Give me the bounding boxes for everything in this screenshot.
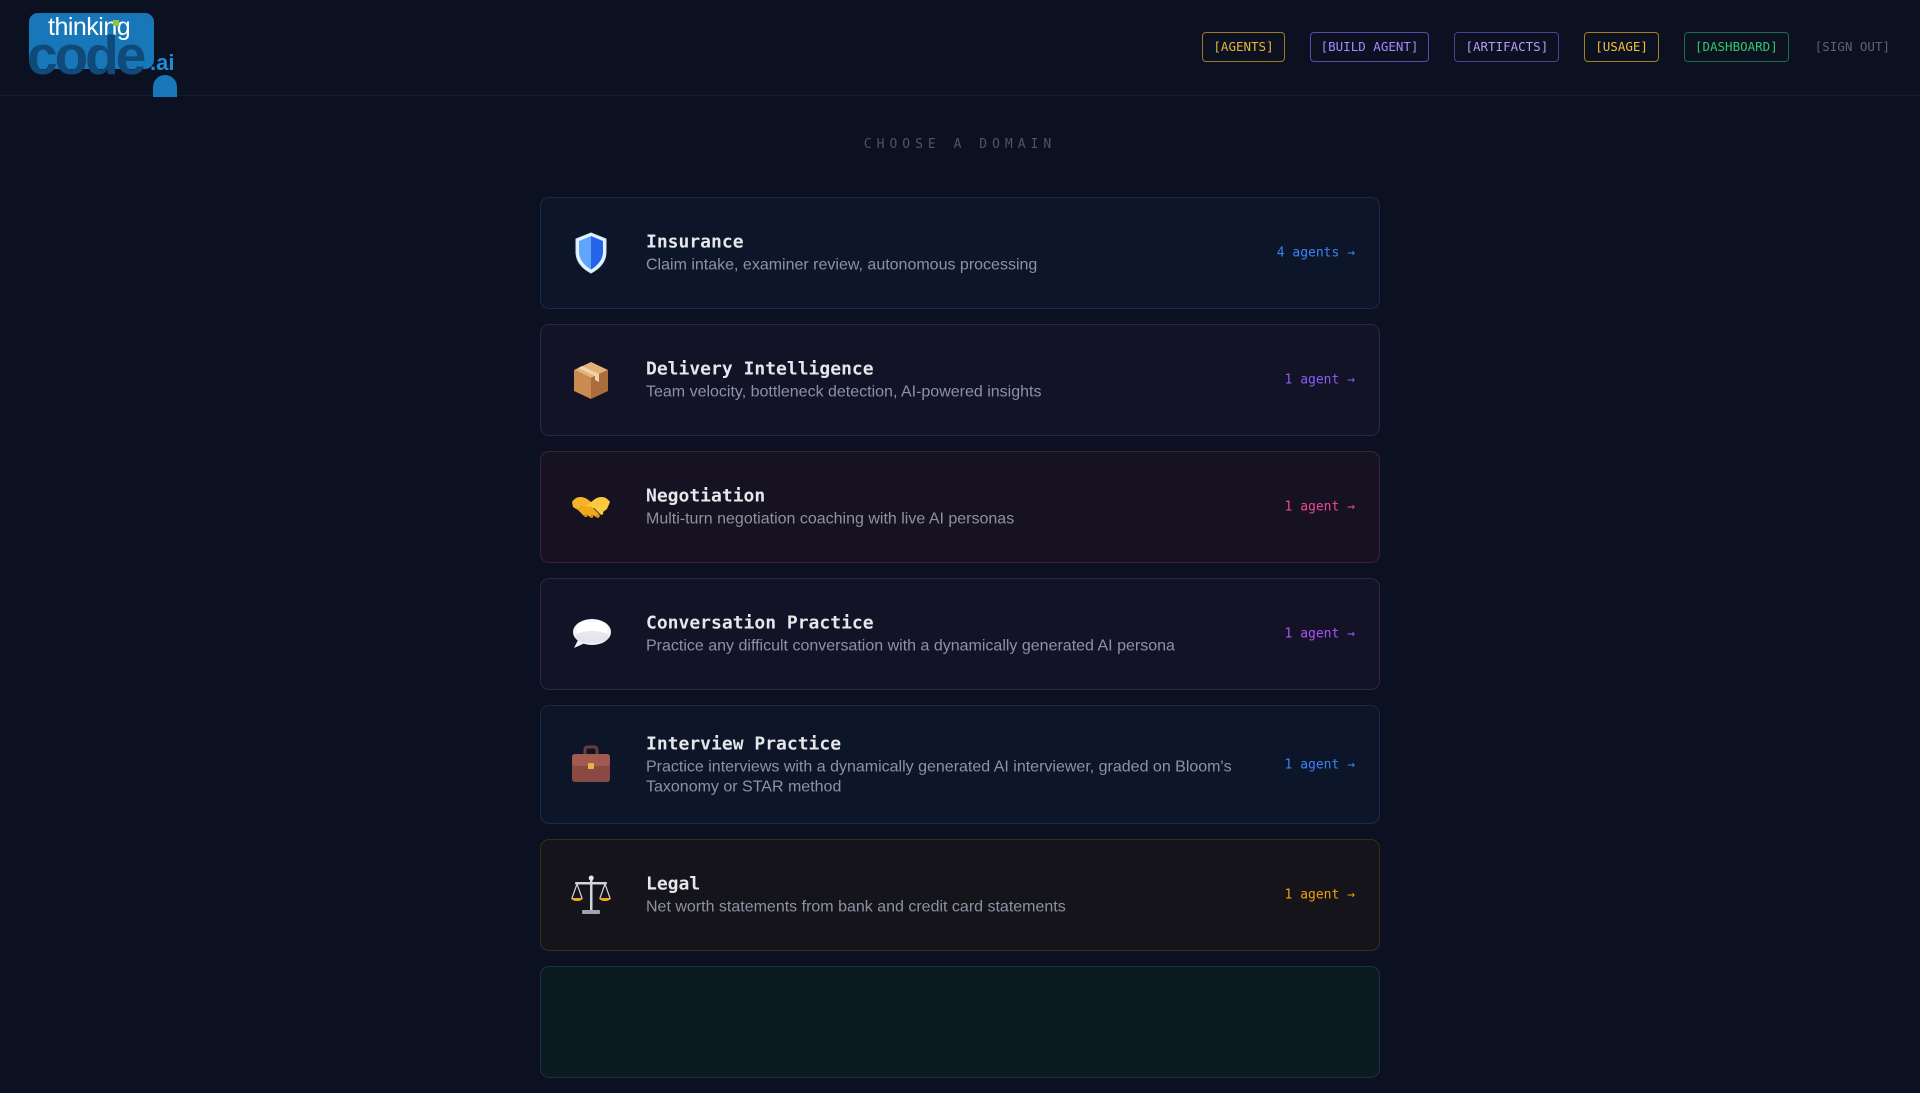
domain-card-text: Interview Practice Practice interviews w… [646,732,1256,797]
nav-dashboard-button[interactable]: [DASHBOARD] [1683,32,1789,62]
domain-title: Conversation Practice [646,612,874,634]
domain-title: Interview Practice [646,733,842,754]
shield-icon [570,230,612,276]
logo-suffix: .ai [150,50,175,75]
package-icon [570,357,612,403]
scales-icon [570,872,612,918]
page-heading: CHOOSE A DOMAIN [863,137,1057,152]
agent-count-link[interactable]: 4 agents → [1277,246,1355,261]
logo-ai-blob [153,75,177,97]
nav-agents-button[interactable]: [AGENTS] [1202,32,1285,62]
domain-card-text: Delivery Intelligence Team velocity, bot… [646,358,1256,403]
domain-card-text: Conversation Practice Practice any diffi… [646,612,1256,657]
domain-card-text: Legal Net worth statements from bank and… [646,873,1256,918]
agent-count-link[interactable]: 1 agent → [1285,757,1355,772]
briefcase-icon [570,742,612,788]
domain-title: Insurance [646,231,744,253]
speech-bubble-icon [570,611,612,657]
agent-count-link[interactable]: 1 agent → [1285,627,1355,642]
nav-artifacts-button[interactable]: [ARTIFACTS] [1454,32,1560,62]
domain-description: Multi-turn negotiation coaching with liv… [646,510,1015,528]
top-bar: thinking code .ai [AGENTS] [BUILD AGENT]… [0,0,1920,97]
domain-description: Practice interviews with a dynamically g… [646,758,1232,795]
agent-count-link[interactable]: 1 agent → [1285,500,1355,515]
domain-card-delivery-intelligence[interactable]: Delivery Intelligence Team velocity, bot… [540,324,1380,436]
domain-title: Legal [646,873,701,895]
agent-count-link[interactable]: 1 agent → [1285,373,1355,388]
thinkingcode-logo[interactable]: thinking code .ai [27,13,179,97]
nav-sign-out-button[interactable]: [SIGN OUT] [1814,32,1891,62]
domain-card-text: Negotiation Multi-turn negotiation coach… [646,485,1256,530]
domain-card-partial[interactable] [540,966,1380,1078]
domain-description: Practice any difficult conversation with… [646,637,1175,655]
domain-description: Net worth statements from bank and credi… [646,898,1066,916]
logo-line-2: code [27,24,146,86]
domain-description: Team velocity, bottleneck detection, AI-… [646,383,1042,401]
nav-usage-button[interactable]: [USAGE] [1584,32,1659,62]
domain-card-insurance[interactable]: Insurance Claim intake, examiner review,… [540,197,1380,309]
agent-count-link[interactable]: 1 agent → [1285,888,1355,903]
domain-title: Delivery Intelligence [646,358,874,380]
domain-card-text: Insurance Claim intake, examiner review,… [646,231,1256,276]
domain-title: Negotiation [646,485,766,507]
domain-list: Insurance Claim intake, examiner review,… [540,197,1380,1093]
domain-card-interview-practice[interactable]: Interview Practice Practice interviews w… [540,705,1380,824]
handshake-icon [570,484,612,530]
domain-card-legal[interactable]: Legal Net worth statements from bank and… [540,839,1380,951]
nav-build-agent-button[interactable]: [BUILD AGENT] [1309,32,1430,62]
domain-description: Claim intake, examiner review, autonomou… [646,256,1038,274]
main-nav: [AGENTS] [BUILD AGENT] [ARTIFACTS] [USAG… [1202,32,1891,62]
domain-card-conversation-practice[interactable]: Conversation Practice Practice any diffi… [540,578,1380,690]
domain-card-negotiation[interactable]: Negotiation Multi-turn negotiation coach… [540,451,1380,563]
